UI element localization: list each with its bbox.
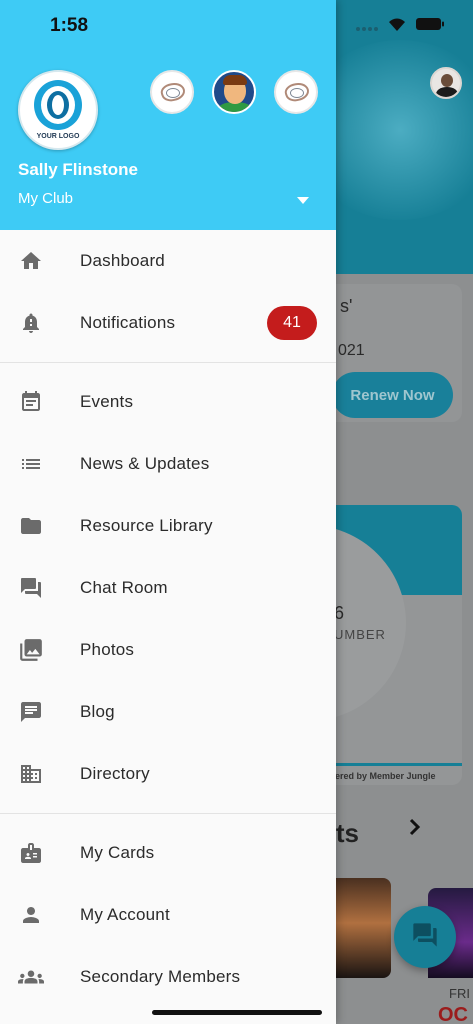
menu-label: Dashboard <box>80 251 165 270</box>
user-name: Sally Flinstone <box>18 160 138 179</box>
notification-count-badge: 41 <box>267 306 317 340</box>
menu-item-events[interactable]: Events <box>0 371 336 433</box>
status-time: 1:58 <box>50 15 89 36</box>
menu-label: Notifications <box>80 313 176 332</box>
id-card-icon <box>18 840 44 866</box>
comment-icon <box>18 699 44 725</box>
menu-label: Events <box>80 392 134 411</box>
menu-item-resource-library[interactable]: Resource Library <box>0 495 336 557</box>
renew-now-button[interactable]: Renew Now <box>332 372 453 418</box>
member-number-label-fragment: UMBER <box>334 627 386 642</box>
group-icon <box>18 964 44 990</box>
event-day: FRI <box>449 986 470 1001</box>
menu-item-my-cards[interactable]: My Cards <box>0 822 336 884</box>
event-month-fragment: OC <box>438 1004 468 1024</box>
home-indicator[interactable] <box>152 1010 322 1015</box>
membership-expiry-fragment: 021 <box>338 342 365 359</box>
wifi-icon <box>387 16 407 37</box>
menu-label: Resource Library <box>80 516 213 535</box>
menu-label: News & Updates <box>80 454 210 473</box>
menu-item-news-updates[interactable]: News & Updates <box>0 433 336 495</box>
caret-down-icon[interactable] <box>296 195 310 205</box>
chat-icon <box>18 575 44 601</box>
menu-divider <box>0 362 336 363</box>
menu-label: My Account <box>80 905 170 924</box>
menu-label: Photos <box>80 640 135 659</box>
battery-icon <box>415 17 445 36</box>
status-icons <box>355 16 445 37</box>
chat-icon <box>411 921 439 954</box>
menu-label: Secondary Members <box>80 967 241 986</box>
menu-item-dashboard[interactable]: Dashboard <box>0 230 336 292</box>
menu-label: Directory <box>80 764 150 783</box>
menu-item-notifications[interactable]: Notifications 41 <box>0 292 336 354</box>
person-icon <box>18 902 44 928</box>
profile-avatar[interactable] <box>430 67 462 99</box>
membership-title-fragment: s' <box>340 296 353 316</box>
photos-icon <box>18 637 44 663</box>
club-selector[interactable]: My Club <box>18 190 73 207</box>
building-icon <box>18 761 44 787</box>
menu-divider <box>0 813 336 814</box>
powered-by-text: vered by Member Jungle <box>330 771 436 781</box>
drawer-header: 1:58 YOUR LOGO Sally Flinstone My Club <box>0 0 336 230</box>
logo-text: YOUR LOGO <box>36 133 80 140</box>
folder-icon <box>18 513 44 539</box>
bell-icon <box>18 310 44 336</box>
menu-label: My Cards <box>80 843 155 862</box>
home-icon <box>18 248 44 274</box>
calendar-icon <box>18 389 44 415</box>
list-icon <box>18 451 44 477</box>
club-avatar-1[interactable] <box>150 70 194 114</box>
chat-fab-button[interactable] <box>394 906 456 968</box>
menu-item-secondary-members[interactable]: Secondary Members <box>0 946 336 1008</box>
menu-item-photos[interactable]: Photos <box>0 619 336 681</box>
club-logo: YOUR LOGO <box>18 70 98 150</box>
menu-item-blog[interactable]: Blog <box>0 681 336 743</box>
navigation-drawer: 1:58 YOUR LOGO Sally Flinstone My Club D… <box>0 0 336 1024</box>
club-avatar-3[interactable] <box>274 70 318 114</box>
chevron-right-icon[interactable] <box>408 816 422 842</box>
club-avatar-2[interactable] <box>212 70 256 114</box>
menu-item-directory[interactable]: Directory <box>0 743 336 805</box>
menu-label: Blog <box>80 702 115 721</box>
menu-item-chat-room[interactable]: Chat Room <box>0 557 336 619</box>
menu-item-my-account[interactable]: My Account <box>0 884 336 946</box>
menu-label: Chat Room <box>80 578 168 597</box>
signal-icon <box>355 18 379 36</box>
